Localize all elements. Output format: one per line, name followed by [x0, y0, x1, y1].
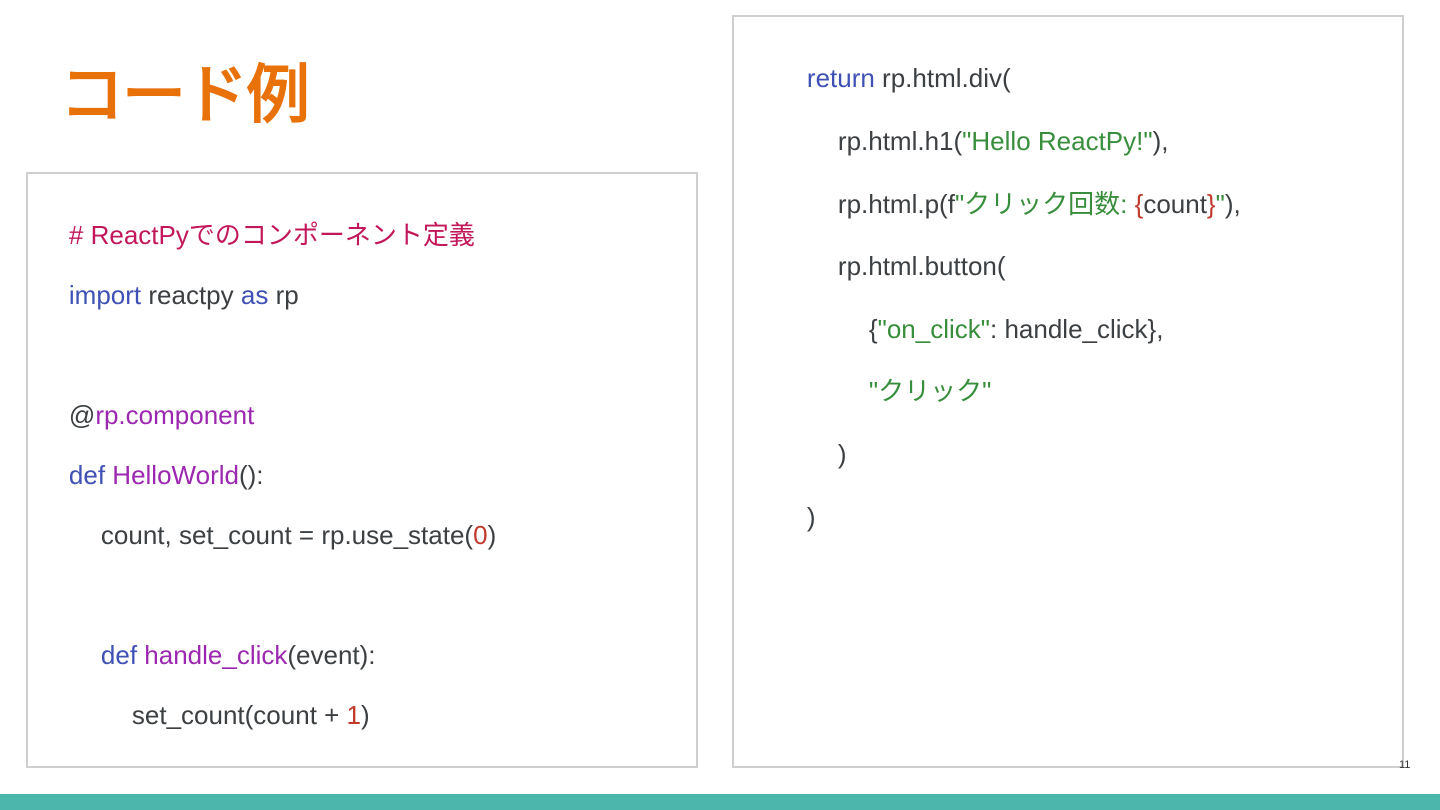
string-literal: "on_click" [877, 314, 990, 344]
code-line-import: import reactpy as rp [40, 250, 299, 340]
number-literal: 0 [473, 520, 488, 550]
keyword-return: return [806, 63, 875, 93]
number-literal: 1 [346, 700, 362, 730]
code-block-left: # ReactPyでのコンポーネント定義 import reactpy as r… [26, 172, 698, 768]
keyword-import: import [68, 280, 142, 310]
slide-title: コード例 [60, 59, 310, 133]
close-paren: ) [837, 439, 847, 469]
code-comment: # ReactPyでのコンポーネント定義 [68, 220, 475, 250]
module-alias: rp [268, 280, 299, 310]
keyword-def: def [68, 460, 106, 490]
function-params: (event): [287, 640, 376, 670]
dict-rest: : handle_click}, [990, 314, 1164, 344]
function-params: (): [238, 460, 264, 490]
close-paren: ) [806, 502, 816, 532]
button-call: rp.html.button( [837, 251, 1006, 281]
return-expression: rp.html.div( [874, 63, 1011, 93]
p-close: ), [1224, 189, 1241, 219]
decorator-name: rp.component [95, 400, 255, 430]
variable-count: count [1143, 189, 1207, 219]
set-count-text: set_count(count + [131, 700, 347, 730]
string-literal: "クリック" [868, 376, 992, 406]
code-line-use-state: count, set_count = rp.use_state(0) [72, 490, 496, 580]
decorator-at: @ [68, 400, 96, 430]
code-line-click-label: "クリック" [840, 346, 991, 436]
keyword-def: def [100, 640, 138, 670]
page-number: 11 [1399, 759, 1411, 771]
bottom-accent-bar [0, 794, 1440, 810]
p-call: rp.html.p(f [837, 189, 955, 219]
brace-close: } [1206, 189, 1216, 219]
function-name: handle_click [144, 640, 288, 670]
string-literal: "クリック回数: [954, 189, 1135, 219]
use-state-text: count, set_count = rp.use_state( [100, 520, 474, 550]
code-line-set-count: set_count(count + 1) [103, 670, 370, 760]
dict-open: { [868, 314, 878, 344]
code-block-right: return rp.html.div( rp.html.h1("Hello Re… [732, 15, 1404, 768]
h1-close: ), [1152, 126, 1169, 156]
h1-call: rp.html.h1( [837, 126, 963, 156]
keyword-as: as [240, 280, 269, 310]
function-name: HelloWorld [112, 460, 239, 490]
code-line-close-div: ) [778, 472, 816, 562]
close-paren: ) [487, 520, 497, 550]
brace-open: { [1134, 189, 1144, 219]
string-end: " [1215, 189, 1225, 219]
module-name: reactpy [141, 280, 241, 310]
close-paren: ) [361, 700, 370, 730]
string-literal: "Hello ReactPy!" [962, 126, 1153, 156]
